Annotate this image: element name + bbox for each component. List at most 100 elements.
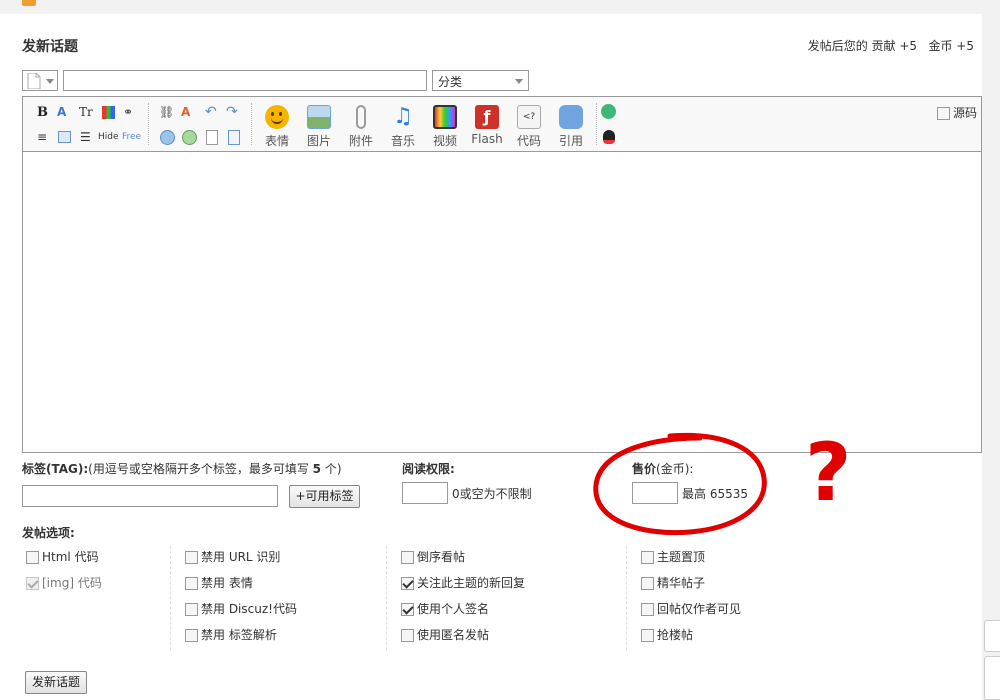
post-option[interactable]: 禁用 表情	[185, 574, 253, 591]
post-option-checkbox[interactable]	[641, 603, 654, 616]
document-icon	[27, 73, 41, 89]
post-option-checkbox[interactable]	[185, 551, 198, 564]
post-option[interactable]: 关注此主题的新回复	[401, 574, 525, 591]
submit-post-button[interactable]: 发新话题	[25, 671, 87, 694]
post-option[interactable]: 主题置顶	[641, 548, 705, 565]
page-icon[interactable]	[206, 130, 218, 145]
read-permission-hint: 0或空为不限制	[452, 487, 532, 501]
attachment-button[interactable]: 附件	[343, 105, 379, 149]
credit-items: 贡献 +5 金币 +5	[871, 39, 974, 53]
tag-section: 标签(TAG):(用逗号或空格隔开多个标签，最多可填写 5 个)	[22, 460, 342, 477]
post-option[interactable]: 回帖仅作者可见	[641, 600, 741, 617]
post-option-checkbox[interactable]	[641, 577, 654, 590]
code-icon: <?	[517, 105, 541, 129]
link-icon[interactable]: ⚭	[123, 105, 139, 121]
music-icon: ♫	[393, 104, 413, 129]
page-title: 发新话题	[22, 39, 78, 55]
forum-logo-icon	[22, 0, 36, 6]
quote-icon	[559, 105, 583, 129]
post-option[interactable]: 使用个人签名	[401, 600, 489, 617]
post-option[interactable]: 使用匿名发帖	[401, 626, 489, 643]
page-break-icon[interactable]	[228, 130, 240, 145]
editor-content-area[interactable]	[23, 153, 981, 452]
price-input[interactable]	[632, 482, 678, 504]
quote-label: 引用	[558, 134, 583, 148]
post-option-checkbox[interactable]	[401, 551, 414, 564]
subject-input[interactable]	[63, 70, 427, 91]
flash-button[interactable]: ƒ Flash	[469, 105, 505, 146]
text-size-icon[interactable]: Tr	[79, 105, 95, 121]
post-type-select[interactable]	[22, 70, 58, 91]
price-label: 售价	[632, 462, 657, 476]
side-tab-bottom[interactable]	[984, 656, 1000, 700]
post-option[interactable]: Html 代码	[26, 548, 99, 565]
toolbar-separator	[148, 103, 149, 145]
music-disc-icon[interactable]	[601, 104, 616, 119]
post-option[interactable]: 精华帖子	[641, 574, 705, 591]
color-icon[interactable]	[102, 106, 115, 119]
post-option-checkbox[interactable]	[26, 551, 39, 564]
available-tags-button[interactable]: +可用标签	[289, 485, 360, 508]
side-tab-top[interactable]	[984, 620, 1000, 652]
post-option-checkbox[interactable]	[401, 603, 414, 616]
unlink-icon[interactable]: ⛓	[159, 105, 175, 121]
top-strip	[0, 0, 1000, 14]
post-option-checkbox[interactable]	[401, 577, 414, 590]
post-option[interactable]: 倒序看帖	[401, 548, 465, 565]
table-icon[interactable]	[58, 131, 71, 143]
flash-label: Flash	[471, 132, 503, 146]
post-option-checkbox[interactable]	[641, 551, 654, 564]
options-divider	[386, 546, 387, 650]
image-icon	[307, 105, 331, 129]
tag-input[interactable]	[22, 485, 278, 507]
post-option-checkbox[interactable]	[401, 629, 414, 642]
post-option-checkbox[interactable]	[185, 629, 198, 642]
post-option-checkbox[interactable]	[641, 629, 654, 642]
post-options-label: 发帖选项:	[22, 526, 75, 540]
hide-icon[interactable]: Hide	[98, 132, 120, 148]
undo-icon[interactable]: ↶	[205, 104, 221, 120]
quote-button[interactable]: 引用	[553, 105, 589, 149]
source-mode-toggle[interactable]: 源码	[937, 104, 977, 121]
read-permission-input[interactable]	[402, 482, 448, 504]
tag-hint-suffix: 个)	[321, 462, 342, 476]
price-label-group: 售价(金币):	[632, 460, 693, 477]
category-select[interactable]: 分类	[432, 70, 529, 91]
toolbar-separator	[251, 103, 252, 145]
post-option-checkbox[interactable]	[185, 603, 198, 616]
editor-toolbar: B A Tr ⚭ ⛓ A ↶ ↷ ≡ ☰ Hide Free 表情 图片 附件 …	[23, 97, 981, 152]
options-divider	[626, 546, 627, 650]
post-option-label: 禁用 URL 识别	[201, 550, 281, 564]
post-option-label: [img] 代码	[42, 576, 102, 590]
read-permission-label: 阅读权限:	[402, 462, 455, 476]
media-play-icon[interactable]	[182, 130, 197, 145]
bold-icon[interactable]: B	[37, 105, 53, 121]
post-option[interactable]: 抢楼帖	[641, 626, 693, 643]
media-icon[interactable]	[160, 130, 175, 145]
post-option-label: 关注此主题的新回复	[417, 576, 526, 590]
redo-icon[interactable]: ↷	[226, 104, 242, 120]
music-button[interactable]: ♫ 音乐	[385, 105, 421, 149]
post-option-label: 主题置顶	[657, 550, 706, 564]
image-button[interactable]: 图片	[301, 105, 337, 149]
free-icon[interactable]: Free	[122, 132, 144, 148]
post-option[interactable]: 禁用 Discuz!代码	[185, 600, 297, 617]
post-option[interactable]: 禁用 标签解析	[185, 626, 277, 643]
smiley-label: 表情	[264, 134, 289, 148]
editor: B A Tr ⚭ ⛓ A ↶ ↷ ≡ ☰ Hide Free 表情 图片 附件 …	[22, 96, 982, 453]
tag-hint-prefix: (用逗号或空格隔开多个标签，最多可填写	[88, 462, 313, 476]
post-option-label: 抢楼帖	[657, 628, 694, 642]
video-button[interactable]: 视频	[427, 105, 463, 149]
post-option-label: 禁用 表情	[201, 576, 253, 590]
post-option-checkbox[interactable]	[185, 577, 198, 590]
code-button[interactable]: <? 代码	[511, 105, 547, 149]
toolbar-separator	[596, 103, 597, 145]
qq-icon[interactable]	[603, 130, 615, 144]
font-icon[interactable]: A	[57, 105, 73, 121]
list-icon[interactable]: ☰	[80, 130, 96, 146]
post-option[interactable]: 禁用 URL 识别	[185, 548, 280, 565]
clear-format-icon[interactable]: A	[181, 105, 197, 121]
source-mode-checkbox[interactable]	[937, 107, 950, 120]
align-left-icon[interactable]: ≡	[37, 130, 53, 146]
smiley-button[interactable]: 表情	[259, 105, 295, 149]
